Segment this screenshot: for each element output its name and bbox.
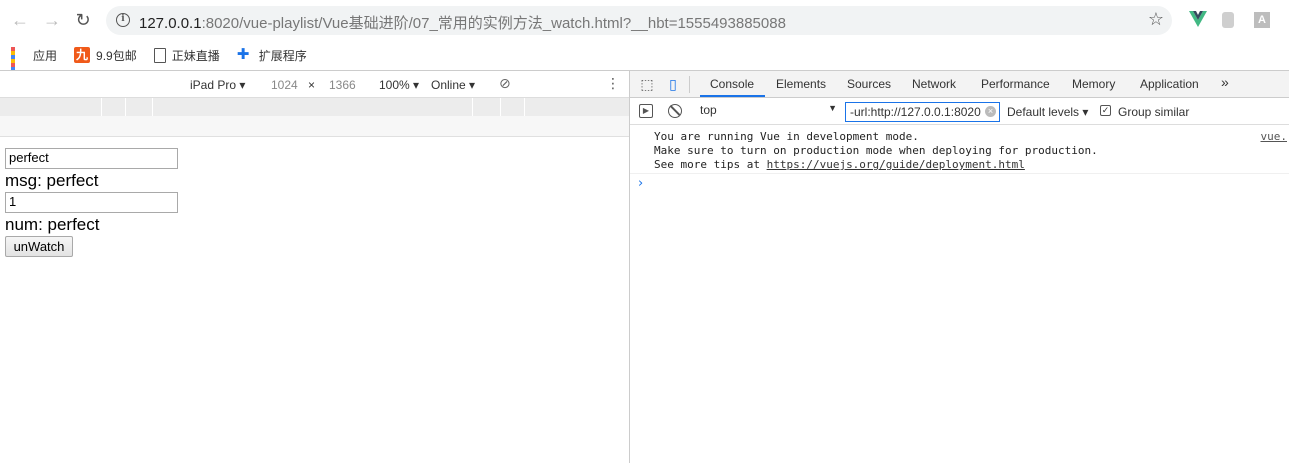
device-toolbar: iPad Pro ▾ 1024 × 1366 100% ▾ Online ▾ ⊘… bbox=[0, 71, 629, 98]
bookmarks-bar: 应用 九 9.9包邮 正妹直播 ✚ 扩展程序 bbox=[0, 40, 1289, 83]
more-options-icon[interactable]: ⋮ bbox=[606, 75, 620, 92]
num-input[interactable]: 1 bbox=[5, 192, 178, 213]
times-sign: × bbox=[308, 78, 316, 92]
device-select[interactable]: iPad Pro ▾ bbox=[190, 78, 245, 92]
filter-value: -url:http://127.0.0.1:8020 bbox=[850, 105, 981, 119]
url-host: 127.0.0.1 bbox=[139, 15, 202, 32]
bookmark-label: 应用 bbox=[33, 48, 58, 63]
console-message: You are running Vue in development mode.… bbox=[654, 130, 1098, 172]
zoom-value: 100% bbox=[379, 78, 410, 92]
browser-toolbar: ← → ↻ i 127.0.0.1:8020/vue-playlist/Vue基… bbox=[0, 0, 1289, 40]
num-text: num: perfect bbox=[5, 215, 100, 234]
devtools-tabbar: ⬚ ▯ Console Elements Sources Network Per… bbox=[630, 71, 1289, 98]
tab-application[interactable]: Application bbox=[1140, 77, 1199, 91]
filter-input[interactable]: -url:http://127.0.0.1:8020 × bbox=[845, 102, 1000, 122]
console-line: You are running Vue in development mode. bbox=[654, 130, 919, 143]
ruler bbox=[0, 116, 629, 137]
back-arrow-icon[interactable]: ← bbox=[10, 10, 30, 30]
console-line: Make sure to turn on production mode whe… bbox=[654, 144, 1098, 157]
more-tabs-icon[interactable]: » bbox=[1221, 74, 1229, 90]
device-name: iPad Pro bbox=[190, 78, 237, 92]
msg-input[interactable]: perfect bbox=[5, 148, 178, 169]
network-value: Online bbox=[431, 78, 466, 92]
bookmark-label: 正妹直播 bbox=[171, 48, 220, 63]
adblock-extension-icon[interactable]: A bbox=[1254, 12, 1270, 28]
active-tab-indicator bbox=[700, 95, 765, 97]
clear-console-icon[interactable] bbox=[668, 104, 682, 118]
url-path: :8020/vue-playlist/Vue基础进阶/07_常用的实例方法_wa… bbox=[201, 15, 786, 32]
bookmark-star-icon[interactable]: ☆ bbox=[1148, 9, 1164, 30]
divider bbox=[630, 173, 1289, 174]
msg-text: msg: perfect bbox=[5, 171, 99, 190]
network-select[interactable]: Online ▾ bbox=[431, 78, 475, 92]
puzzle-icon: ✚ bbox=[236, 46, 250, 63]
tab-network[interactable]: Network bbox=[912, 77, 956, 91]
vue-devtools-icon[interactable] bbox=[1189, 11, 1207, 29]
inspect-element-icon[interactable]: ⬚ bbox=[639, 76, 655, 92]
clear-filter-icon[interactable]: × bbox=[985, 106, 996, 117]
console-output: You are running Vue in development mode.… bbox=[630, 125, 1289, 463]
forward-arrow-icon[interactable]: → bbox=[42, 10, 62, 30]
log-levels-select[interactable]: Default levels ▾ bbox=[1007, 105, 1088, 119]
info-icon[interactable]: i bbox=[116, 13, 130, 27]
nine-logo-icon: 九 bbox=[74, 47, 91, 63]
tab-performance[interactable]: Performance bbox=[981, 77, 1050, 91]
console-toolbar: ▶ top ▼ -url:http://127.0.0.1:8020 × Def… bbox=[630, 98, 1289, 125]
bookmark-live[interactable]: 正妹直播 bbox=[153, 47, 220, 64]
group-similar-checkbox[interactable]: ✓ bbox=[1100, 105, 1111, 116]
reload-icon[interactable]: ↻ bbox=[73, 10, 93, 30]
bookmark-apps[interactable]: 应用 bbox=[11, 47, 58, 83]
media-query-bar[interactable] bbox=[0, 98, 629, 116]
page-viewport: perfect msg: perfect 1 num: perfect unWa… bbox=[0, 137, 629, 463]
context-value: top bbox=[700, 103, 717, 117]
width-field[interactable]: 1024 bbox=[271, 78, 298, 92]
bookmark-label: 扩展程序 bbox=[258, 48, 307, 63]
context-select[interactable]: top ▼ bbox=[700, 103, 837, 120]
address-bar[interactable]: i 127.0.0.1:8020/vue-playlist/Vue基础进阶/07… bbox=[106, 6, 1172, 35]
device-toggle-icon[interactable]: ▯ bbox=[665, 76, 681, 92]
console-line: See more tips at bbox=[654, 158, 767, 171]
url-text[interactable]: 127.0.0.1:8020/vue-playlist/Vue基础进阶/07_常… bbox=[139, 12, 786, 33]
extension-icon[interactable] bbox=[1222, 12, 1234, 28]
sidebar-toggle-icon[interactable]: ▶ bbox=[639, 104, 653, 118]
rotate-icon[interactable]: ⊘ bbox=[499, 75, 511, 92]
console-prompt-icon[interactable]: › bbox=[638, 176, 643, 191]
bookmark-nine[interactable]: 九 9.9包邮 bbox=[74, 47, 137, 64]
page-icon bbox=[153, 47, 166, 63]
tab-console[interactable]: Console bbox=[710, 77, 754, 91]
unwatch-button[interactable]: unWatch bbox=[5, 236, 73, 257]
tab-memory[interactable]: Memory bbox=[1072, 77, 1115, 91]
source-link[interactable]: vue. bbox=[1261, 130, 1288, 143]
divider bbox=[689, 76, 690, 93]
levels-value: Default levels bbox=[1007, 105, 1080, 119]
apps-grid-icon bbox=[11, 47, 27, 83]
deployment-link[interactable]: https://vuejs.org/guide/deployment.html bbox=[767, 158, 1025, 171]
group-similar-label: Group similar bbox=[1118, 105, 1190, 119]
zoom-select[interactable]: 100% ▾ bbox=[379, 78, 419, 92]
tab-sources[interactable]: Sources bbox=[847, 77, 891, 91]
chevron-down-icon: ▼ bbox=[828, 103, 837, 113]
tab-elements[interactable]: Elements bbox=[776, 77, 826, 91]
height-field[interactable]: 1366 bbox=[329, 78, 356, 92]
bookmark-label: 9.9包邮 bbox=[96, 48, 137, 63]
bookmark-extensions[interactable]: ✚ 扩展程序 bbox=[237, 47, 307, 64]
